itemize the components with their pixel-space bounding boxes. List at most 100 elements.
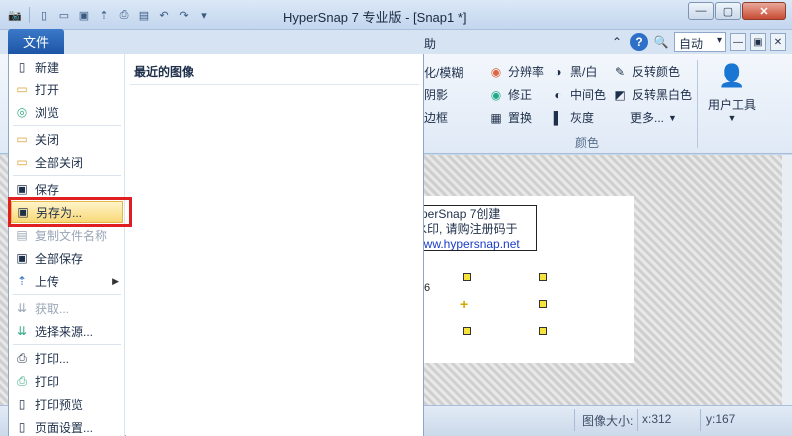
user-tools-label: 用户工具 xyxy=(707,98,756,112)
print-quick-icon: ⎙ xyxy=(17,373,27,388)
search-icon[interactable]: 🔍 xyxy=(652,33,670,51)
menu-label: 上传 xyxy=(35,274,60,289)
file-menu-commands: ▯ 新建 ▭ 打开 ◎ 浏览 ▭ 关闭 ▭ 全部关闭 ▣ 保存 ▣ 另存为... ▤ 复制文件名… xyxy=(9,54,125,436)
selection-handle[interactable] xyxy=(539,300,547,308)
selection-handle[interactable] xyxy=(539,273,547,281)
gray-icon: ▌ xyxy=(553,110,563,125)
tab-help[interactable]: 助 xyxy=(424,35,436,52)
cursor-x: x:312 xyxy=(642,412,672,426)
customize-qat-icon[interactable]: ▾ xyxy=(195,6,213,24)
image-size-label: 图像大小: xyxy=(582,414,634,428)
submenu-arrow-icon: ▶ xyxy=(112,275,119,286)
doc-minimize-button[interactable]: — xyxy=(730,33,746,51)
gray-button[interactable]: ▌ 灰度 xyxy=(550,109,594,126)
selection-handle[interactable] xyxy=(463,327,471,335)
bw-button[interactable]: ◑ 黑/白 xyxy=(550,63,597,80)
print-icon[interactable]: ⎙ xyxy=(115,6,133,24)
selection-center-icon[interactable]: + xyxy=(460,296,468,312)
resolution-button[interactable]: ◉ 分辨率 xyxy=(488,63,544,80)
invert-bw-button[interactable]: ◩ 反转黑白色 xyxy=(612,86,692,103)
menu-label: 打开 xyxy=(35,82,60,97)
menu-label: 全部保存 xyxy=(35,251,84,266)
user-tools-icon: 👤 xyxy=(718,63,746,88)
minimize-button[interactable]: — xyxy=(688,2,714,20)
copy-filename-icon: ▤ xyxy=(16,228,28,242)
help-icon[interactable]: ? xyxy=(630,33,648,51)
menu-item-open[interactable]: ▭ 打开 xyxy=(11,78,123,100)
save-as-icon: ▣ xyxy=(17,205,29,219)
menu-item-print-dialog[interactable]: ⎙ 打印... xyxy=(11,347,123,369)
maximize-button[interactable]: ▢ xyxy=(715,2,741,20)
menu-item-save[interactable]: ▣ 保存 xyxy=(11,178,123,200)
more-button[interactable]: 更多... ▼ xyxy=(630,109,677,126)
browse-icon: ◎ xyxy=(16,105,28,119)
redo-icon[interactable]: ↷ xyxy=(175,6,193,24)
menu-item-save-all[interactable]: ▣ 全部保存 xyxy=(11,247,123,269)
menu-item-browse[interactable]: ◎ 浏览 xyxy=(11,101,123,123)
menu-item-new[interactable]: ▯ 新建 xyxy=(11,56,123,78)
menu-label: 页面设置... xyxy=(35,420,94,435)
correct-button[interactable]: ◉ 修正 xyxy=(488,86,532,103)
shadow-button[interactable]: 阴影 xyxy=(424,86,448,103)
doc-restore-button[interactable]: ▣ xyxy=(750,33,766,51)
blur-button[interactable]: 化/模糊 xyxy=(424,64,463,81)
group-label-color: 颜色 xyxy=(575,136,600,150)
window-title: HyperSnap 7 专业版 - [Snap1 *] xyxy=(283,10,467,25)
more-label: 更多... xyxy=(630,111,665,125)
new-doc-icon[interactable]: ▯ xyxy=(35,6,53,24)
menu-label: 保存 xyxy=(35,182,60,197)
group-separator xyxy=(697,60,698,148)
save-icon[interactable]: ▣ xyxy=(75,6,93,24)
menu-item-upload[interactable]: ⇡ 上传 ▶ xyxy=(11,270,123,292)
vertical-scrollbar[interactable] xyxy=(782,155,792,405)
correct-icon: ◉ xyxy=(490,87,502,102)
clipboard-icon[interactable]: ▤ xyxy=(135,6,153,24)
selection-handle[interactable] xyxy=(463,273,471,281)
midtone-icon: ◐ xyxy=(554,87,562,102)
chevron-down-icon: ▼ xyxy=(668,112,677,123)
menu-label: 复制文件名称 xyxy=(35,228,108,243)
close-all-icon: ▭ xyxy=(16,155,28,169)
file-tab[interactable]: 文件 xyxy=(8,29,64,54)
doc-close-button[interactable]: ✕ xyxy=(770,33,786,51)
new-doc-icon: ▯ xyxy=(18,60,26,74)
menu-label: 关闭 xyxy=(35,132,60,147)
frame-button[interactable]: 边框 xyxy=(424,109,448,126)
recent-images-panel: 最近的图像 xyxy=(126,54,423,436)
menu-separator xyxy=(13,125,121,126)
invert-label: 反转颜色 xyxy=(632,65,681,79)
undo-icon[interactable]: ↶ xyxy=(155,6,173,24)
invert-button[interactable]: ✎ 反转颜色 xyxy=(612,63,680,80)
midtone-button[interactable]: ◐ 中间色 xyxy=(550,86,606,103)
menu-item-close-all[interactable]: ▭ 全部关闭 xyxy=(11,151,123,173)
selection-handle[interactable] xyxy=(539,327,547,335)
recent-images-title: 最近的图像 xyxy=(134,65,195,79)
upload-icon[interactable]: ⇡ xyxy=(95,6,113,24)
menu-item-print-preview[interactable]: ▯ 打印预览 xyxy=(11,393,123,415)
collapse-ribbon-icon[interactable]: ⌃ xyxy=(608,33,626,51)
menu-item-acquire[interactable]: ⇊ 获取... xyxy=(11,297,123,319)
ribbon-right-controls: ⌃ ? 🔍 自动 — ▣ ✕ xyxy=(608,32,786,52)
menu-item-save-as[interactable]: ▣ 另存为... xyxy=(11,201,123,223)
menu-item-copy-filename[interactable]: ▤ 复制文件名称 xyxy=(11,224,123,246)
status-divider xyxy=(574,409,575,431)
menu-item-select-source[interactable]: ⇊ 选择来源... xyxy=(11,320,123,342)
open-folder-icon[interactable]: ▭ xyxy=(55,6,73,24)
close-button[interactable]: ✕ xyxy=(742,2,786,20)
file-menu: ▯ 新建 ▭ 打开 ◎ 浏览 ▭ 关闭 ▭ 全部关闭 ▣ 保存 ▣ 另存为... ▤ 复制文件名… xyxy=(8,54,424,436)
watermark-url[interactable]: www.hypersnap.net xyxy=(415,237,532,250)
user-tools-button[interactable]: 👤 用户工具 ▼ xyxy=(704,60,760,123)
replace-button[interactable]: ▦ 置换 xyxy=(488,109,532,126)
menu-item-print[interactable]: ⎙ 打印 xyxy=(11,370,123,392)
replace-icon: ▦ xyxy=(490,110,502,125)
invert-icon: ✎ xyxy=(614,64,626,79)
zoom-select[interactable]: 自动 xyxy=(674,32,726,52)
menu-item-page-setup[interactable]: ▯ 页面设置... xyxy=(11,416,123,436)
open-folder-icon: ▭ xyxy=(16,82,28,96)
camera-icon[interactable]: 📷 xyxy=(6,6,24,24)
menu-label: 另存为... xyxy=(36,205,83,220)
menu-item-close[interactable]: ▭ 关闭 xyxy=(11,128,123,150)
quick-access-toolbar: 📷 ▯ ▭ ▣ ⇡ ⎙ ▤ ↶ ↷ ▾ xyxy=(6,5,213,25)
bw-icon: ◑ xyxy=(554,64,562,79)
watermark-line1: yperSnap 7创建 xyxy=(415,207,501,221)
